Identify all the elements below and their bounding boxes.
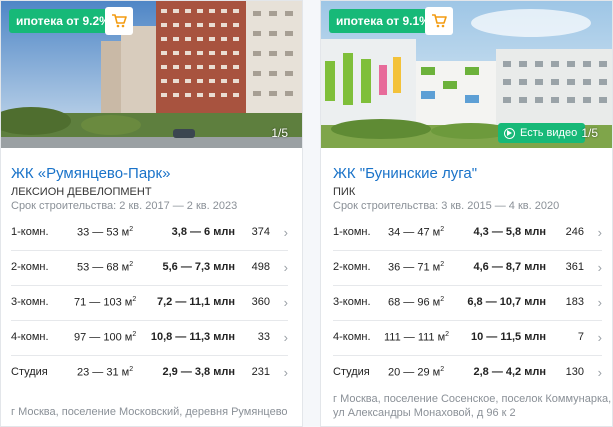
photo-counter: 1/5	[581, 126, 598, 140]
complex-address: г Москва, поселение Сосенское, поселок К…	[333, 393, 612, 419]
mortgage-badge: ипотека от 9.2%	[9, 9, 117, 33]
apartment-table: 1-комн. 33 — 53 м2 3,8 — 6 млн 374 › 2-к…	[11, 216, 288, 391]
room-type: 4-комн.	[333, 331, 371, 343]
chevron-right-icon: ›	[283, 260, 288, 275]
offer-count: 374	[251, 226, 270, 238]
chevron-right-icon: ›	[283, 330, 288, 345]
chevron-right-icon: ›	[283, 365, 288, 380]
apartment-table: 1-комн. 34 — 47 м2 4,3 — 5,8 млн 246 › 2…	[333, 216, 602, 391]
cart-button[interactable]	[105, 7, 133, 35]
price-range: 2,9 — 3,8 млн	[162, 366, 235, 378]
video-button[interactable]: Есть видео	[498, 123, 586, 143]
offer-count: 361	[565, 261, 584, 273]
price-range: 10,8 — 11,3 млн	[150, 331, 235, 343]
area-range: 36 — 71 м2	[388, 261, 445, 274]
complex-address: г Москва, поселение Московский, деревня …	[11, 406, 288, 418]
apartment-row[interactable]: Студия 20 — 29 м2 2,8 — 4,2 млн 130 ›	[333, 356, 602, 391]
apartment-row[interactable]: 4-комн. 111 — 111 м2 10 — 11,5 млн 7 ›	[333, 321, 602, 356]
chevron-right-icon: ›	[597, 295, 602, 310]
price-range: 10 — 11,5 млн	[471, 331, 546, 343]
room-type: 2-комн.	[333, 261, 371, 273]
complex-card-rumyantsevo[interactable]: ипотека от 9.2% 1/5 ЖК «Румянцево-Парк» …	[0, 0, 303, 427]
apartment-row[interactable]: 4-комн. 97 — 100 м2 10,8 — 11,3 млн 33 ›	[11, 321, 288, 356]
listing-page: ипотека от 9.2% 1/5 ЖК «Румянцево-Парк» …	[0, 0, 613, 427]
developer-name: ЛЕКСИОН ДЕВЕЛОПМЕНТ	[11, 186, 152, 198]
area-range: 111 — 111 м2	[384, 331, 450, 344]
cart-icon	[432, 14, 447, 28]
room-type: 2-комн.	[11, 261, 49, 273]
chevron-right-icon: ›	[283, 225, 288, 240]
room-type: 1-комн.	[11, 226, 49, 238]
room-type: Студия	[11, 366, 48, 378]
construction-term: Срок строительства: 3 кв. 2015 — 4 кв. 2…	[333, 200, 560, 212]
apartment-row[interactable]: 3-комн. 71 — 103 м2 7,2 — 11,1 млн 360 ›	[11, 286, 288, 321]
price-range: 2,8 — 4,2 млн	[473, 366, 546, 378]
area-range: 68 — 96 м2	[388, 296, 445, 309]
apartment-row[interactable]: 2-комн. 53 — 68 м2 5,6 — 7,3 млн 498 ›	[11, 251, 288, 286]
area-range: 71 — 103 м2	[74, 296, 137, 309]
price-range: 4,6 — 8,7 млн	[473, 261, 546, 273]
complex-photo[interactable]: ипотека от 9.1% Есть видео 1/5	[321, 1, 612, 148]
chevron-right-icon: ›	[597, 260, 602, 275]
price-range: 3,8 — 6 млн	[171, 226, 235, 238]
price-range: 7,2 — 11,1 млн	[156, 296, 235, 308]
developer-name: ПИК	[333, 186, 356, 198]
apartment-row[interactable]: 3-комн. 68 — 96 м2 6,8 — 10,7 млн 183 ›	[333, 286, 602, 321]
complex-title[interactable]: ЖК "Бунинские луга"	[333, 165, 477, 182]
offer-count: 231	[251, 366, 270, 378]
area-range: 97 — 100 м2	[74, 331, 137, 344]
area-range: 33 — 53 м2	[77, 226, 134, 239]
offer-count: 7	[577, 331, 584, 343]
offer-count: 33	[257, 331, 270, 343]
chevron-right-icon: ›	[597, 330, 602, 345]
offer-count: 498	[251, 261, 270, 273]
offer-count: 183	[565, 296, 584, 308]
offer-count: 130	[565, 366, 584, 378]
complex-card-buninskie[interactable]: ипотека от 9.1% Есть видео 1/5 ЖК "Бунин…	[320, 0, 613, 427]
video-label: Есть видео	[520, 127, 578, 139]
apartment-row[interactable]: 1-комн. 33 — 53 м2 3,8 — 6 млн 374 ›	[11, 216, 288, 251]
room-type: 1-комн.	[333, 226, 371, 238]
cart-icon	[112, 14, 127, 28]
area-range: 34 — 47 м2	[388, 226, 445, 239]
apartment-row[interactable]: Студия 23 — 31 м2 2,9 — 3,8 млн 231 ›	[11, 356, 288, 391]
room-type: 4-комн.	[11, 331, 49, 343]
cart-button[interactable]	[425, 7, 453, 35]
price-range: 5,6 — 7,3 млн	[162, 261, 235, 273]
photo-counter: 1/5	[271, 126, 288, 140]
area-range: 20 — 29 м2	[388, 366, 445, 379]
construction-term: Срок строительства: 2 кв. 2017 — 2 кв. 2…	[11, 200, 238, 212]
play-icon	[504, 127, 515, 139]
room-type: 3-комн.	[333, 296, 371, 308]
offer-count: 360	[251, 296, 270, 308]
apartment-row[interactable]: 2-комн. 36 — 71 м2 4,6 — 8,7 млн 361 ›	[333, 251, 602, 286]
complex-title[interactable]: ЖК «Румянцево-Парк»	[11, 165, 170, 182]
price-range: 6,8 — 10,7 млн	[467, 296, 546, 308]
room-type: 3-комн.	[11, 296, 49, 308]
area-range: 23 — 31 м2	[77, 366, 134, 379]
price-range: 4,3 — 5,8 млн	[473, 226, 546, 238]
chevron-right-icon: ›	[283, 295, 288, 310]
room-type: Студия	[333, 366, 370, 378]
chevron-right-icon: ›	[597, 365, 602, 380]
complex-photo[interactable]: ипотека от 9.2% 1/5	[1, 1, 302, 148]
offer-count: 246	[565, 226, 584, 238]
area-range: 53 — 68 м2	[77, 261, 134, 274]
apartment-row[interactable]: 1-комн. 34 — 47 м2 4,3 — 5,8 млн 246 ›	[333, 216, 602, 251]
chevron-right-icon: ›	[597, 225, 602, 240]
mortgage-badge: ипотека от 9.1%	[329, 9, 437, 33]
